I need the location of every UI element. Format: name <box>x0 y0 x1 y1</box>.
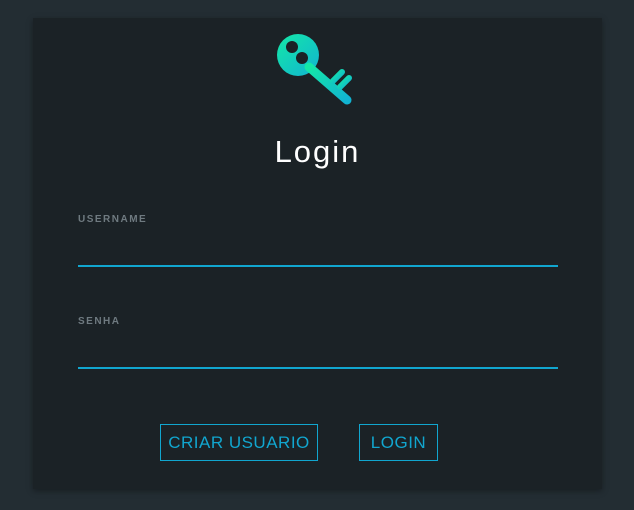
create-user-button[interactable]: CRIAR USUARIO <box>160 424 318 461</box>
login-card: Login USERNAME SENHA CRIAR USUARIO LOGIN <box>33 18 602 489</box>
login-title: Login <box>274 134 361 169</box>
username-input[interactable] <box>78 235 558 267</box>
password-label: SENHA <box>78 316 121 327</box>
login-button[interactable]: LOGIN <box>359 424 438 461</box>
password-input[interactable] <box>78 337 558 369</box>
username-label: USERNAME <box>78 214 148 225</box>
key-icon <box>277 34 352 105</box>
